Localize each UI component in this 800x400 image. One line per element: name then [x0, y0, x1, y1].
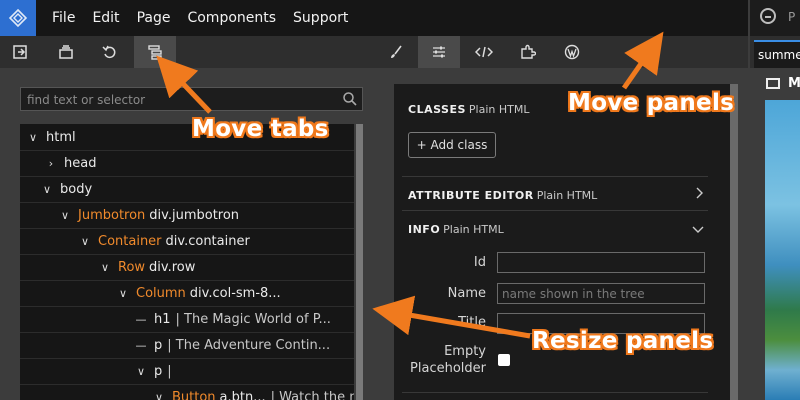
arrow-move-tabs: [156, 55, 212, 114]
arrow-move-panels: [621, 31, 664, 90]
arrow-resize-panels: [372, 295, 531, 339]
callout-move-panels: Move panels: [568, 90, 735, 116]
callout-move-tabs: Move tabs: [192, 116, 329, 142]
callout-resize-panels: Resize panels: [532, 328, 714, 354]
